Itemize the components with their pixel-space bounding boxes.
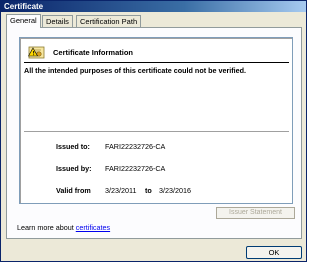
certificate-warning-icon bbox=[27, 44, 45, 59]
learn-more-prefix: Learn more about bbox=[17, 223, 76, 232]
general-tab-panel: Certificate Information All the intended… bbox=[6, 27, 302, 239]
window-title: Certificate bbox=[1, 1, 306, 12]
valid-to-label: to bbox=[145, 186, 152, 195]
issued-to-value: FARI22232726-CA bbox=[105, 142, 166, 151]
valid-from-value: 3/23/2011 bbox=[105, 186, 137, 195]
issued-by-label: Issued by: bbox=[56, 164, 92, 173]
tab-details[interactable]: Details bbox=[42, 15, 73, 27]
issued-by-value: FARI22232726-CA bbox=[105, 164, 166, 173]
info-title: Certificate Information bbox=[53, 48, 134, 57]
title-divider bbox=[24, 62, 289, 63]
ok-button[interactable]: OK bbox=[246, 246, 302, 259]
verification-warning: All the intended purposes of this certif… bbox=[24, 66, 247, 75]
valid-from-label: Valid from bbox=[56, 186, 91, 195]
tab-certification-path[interactable]: Certification Path bbox=[76, 15, 142, 27]
valid-to-value: 3/23/2016 bbox=[159, 186, 191, 195]
certificate-info-box: Certificate Information All the intended… bbox=[19, 37, 293, 204]
issued-to-label: Issued to: bbox=[56, 142, 90, 151]
issuer-statement-button[interactable]: Issuer Statement bbox=[216, 207, 295, 219]
section-divider bbox=[24, 131, 289, 132]
certificate-dialog: Certificate General Details Certificatio… bbox=[0, 0, 307, 262]
tab-general[interactable]: General bbox=[6, 14, 41, 28]
learn-more-text: Learn more about certificates bbox=[17, 223, 110, 232]
certificates-link[interactable]: certificates bbox=[76, 223, 110, 232]
